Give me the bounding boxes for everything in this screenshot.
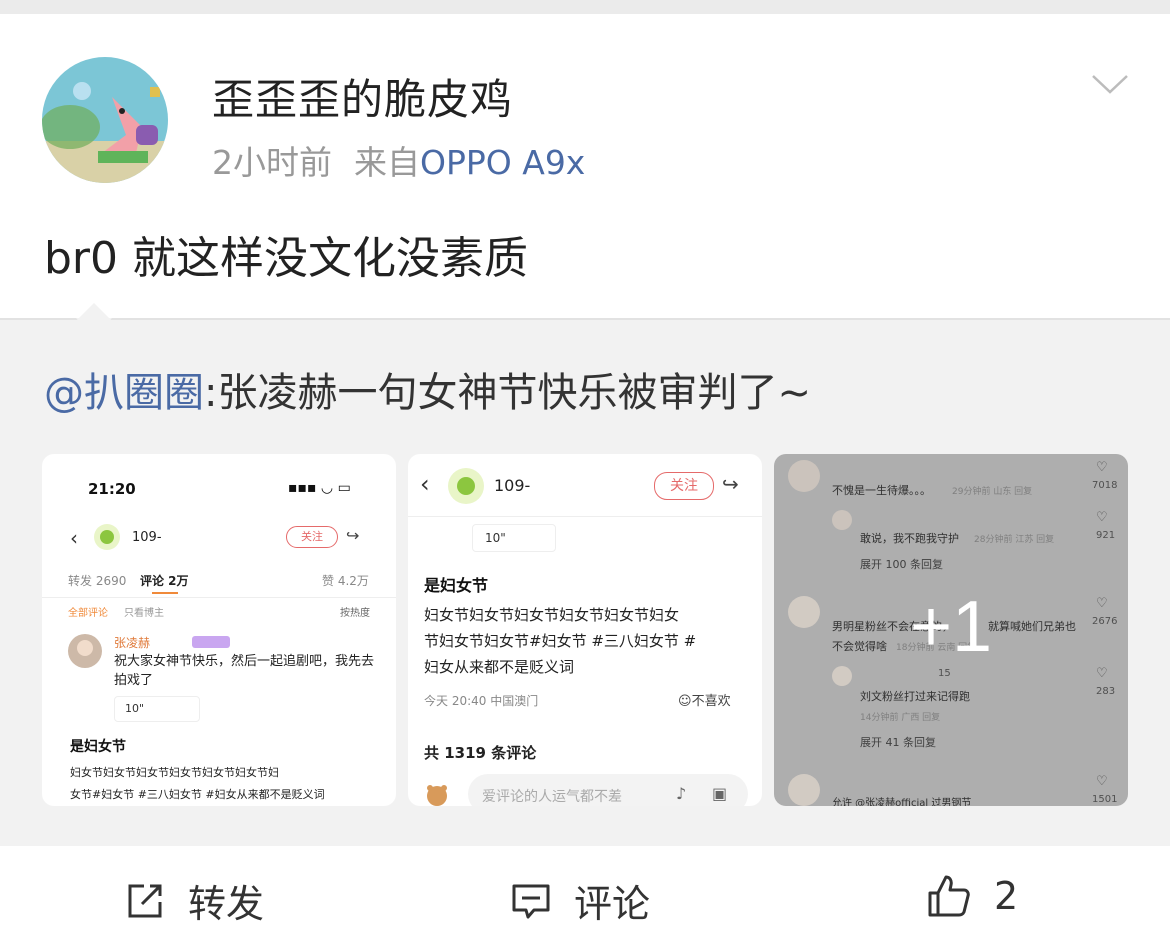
repost-author-link[interactable]: @扒圈圈 — [44, 370, 204, 416]
t1-follow: 关注 — [286, 526, 338, 548]
thumbs-up-icon — [928, 875, 970, 917]
repost-body: :张凌赫一句女神节快乐被审判了~ — [204, 370, 811, 416]
repost-icon — [128, 884, 162, 917]
username[interactable]: 歪歪歪的脆皮鸡 — [212, 66, 513, 127]
t1-heading: 是妇女节 — [70, 739, 126, 755]
tab-underline — [152, 592, 178, 594]
clover-avatar-icon — [448, 468, 484, 504]
status-icons: ▪▪▪ ◡ ▭ — [288, 480, 351, 496]
like-button[interactable]: 2 — [926, 873, 1018, 919]
t1-line2: 女节#妇女节 #三八妇女节 #妇女从来都不是贬义词 — [70, 788, 325, 801]
t1-likes: 赞 4.2万 — [322, 574, 369, 588]
clover-avatar-icon — [94, 524, 120, 550]
t1-comment-tab: 评论 2万 — [140, 574, 189, 588]
source-prefix: 来自 — [354, 143, 420, 182]
image-thumbnail-2[interactable]: ‹ 109- 关注 ↪ 10" 是妇女节 妇女节妇女节妇女节妇女节妇女节妇女 节… — [408, 454, 762, 806]
mic-icon: ♪ — [676, 784, 687, 803]
image-thumbnail-3[interactable]: 不愧是一生待爆。。。 29分钟前 山东 回复 ♡ 7018 敢说，我不跑我守护 … — [774, 454, 1128, 806]
t2-line2: 节妇女节妇女节#妇女节 #三八妇女节 # — [424, 632, 697, 650]
t2-line3: 妇女从来都不是贬义词 — [424, 658, 575, 676]
t2-name: 109- — [494, 476, 531, 495]
like-count: 2 — [994, 874, 1019, 918]
repost-button[interactable]: 转发 — [124, 873, 264, 928]
image-icon: ▣ — [712, 784, 728, 803]
t2-dislike: ☺不喜欢 — [678, 694, 731, 709]
repost-text: @扒圈圈:张凌赫一句女神节快乐被审判了~ — [44, 360, 811, 418]
clock-text: 21:20 — [88, 480, 136, 498]
t1-divider — [42, 597, 396, 598]
top-strip — [0, 0, 1170, 14]
device-link[interactable]: OPPO A9x — [420, 143, 585, 182]
comment-icon — [512, 884, 550, 918]
repost-label: 转发 — [188, 882, 265, 926]
t1-only-owner: 只看博主 — [124, 608, 164, 619]
image-thumbnail-1[interactable]: 21:20 ▪▪▪ ◡ ▭ ‹ 109- 关注 ↪ 转发 2690 评论 2万 … — [42, 454, 396, 806]
comment-label: 评论 — [574, 882, 651, 926]
t2-follow: 关注 — [654, 472, 714, 500]
comment-button[interactable]: 评论 — [510, 873, 650, 928]
user-avatar[interactable] — [42, 57, 168, 183]
t2-heading: 是妇女节 — [424, 576, 489, 595]
t2-date: 今天 20:40 中国澳门 — [424, 694, 539, 708]
t2-placeholder: 爱评论的人运气都不差 — [482, 789, 622, 805]
chevron-down-icon[interactable] — [1090, 70, 1130, 98]
bear-emoji-icon — [427, 785, 447, 806]
post-meta: 2小时前 来自OPPO A9x — [212, 136, 585, 184]
badge-icon — [192, 636, 230, 648]
back-icon: ‹ — [70, 526, 78, 550]
back-icon: ‹ — [420, 470, 430, 498]
t1-name: 109- — [132, 530, 162, 545]
t2-voice: 10" — [472, 524, 556, 552]
t1-repost-count: 转发 2690 — [68, 574, 127, 588]
more-images-count: +1 — [909, 587, 993, 667]
commenter-avatar — [68, 634, 102, 668]
t1-commenter: 张凌赫 — [114, 636, 151, 650]
share-icon: ↪ — [722, 472, 739, 496]
t1-line1: 妇女节妇女节妇女节妇女节妇女节妇女节妇 — [70, 766, 279, 779]
t1-voice: 10" — [114, 696, 200, 722]
t2-comment-count: 共 1319 条评论 — [424, 744, 537, 762]
t1-all-comments: 全部评论 — [68, 608, 108, 619]
post-text: br0 就这样没文化没素质 — [44, 233, 528, 284]
t2-line1: 妇女节妇女节妇女节妇女节妇女节妇女 — [424, 606, 680, 624]
t1-sort: 按热度 — [340, 608, 370, 619]
t2-divider — [408, 516, 762, 517]
post-time: 2小时前 — [212, 143, 332, 182]
t1-comment: 祝大家女神节快乐，然后一起追剧吧，我先去拍戏了 — [114, 654, 375, 688]
share-icon: ↪ — [346, 526, 360, 545]
